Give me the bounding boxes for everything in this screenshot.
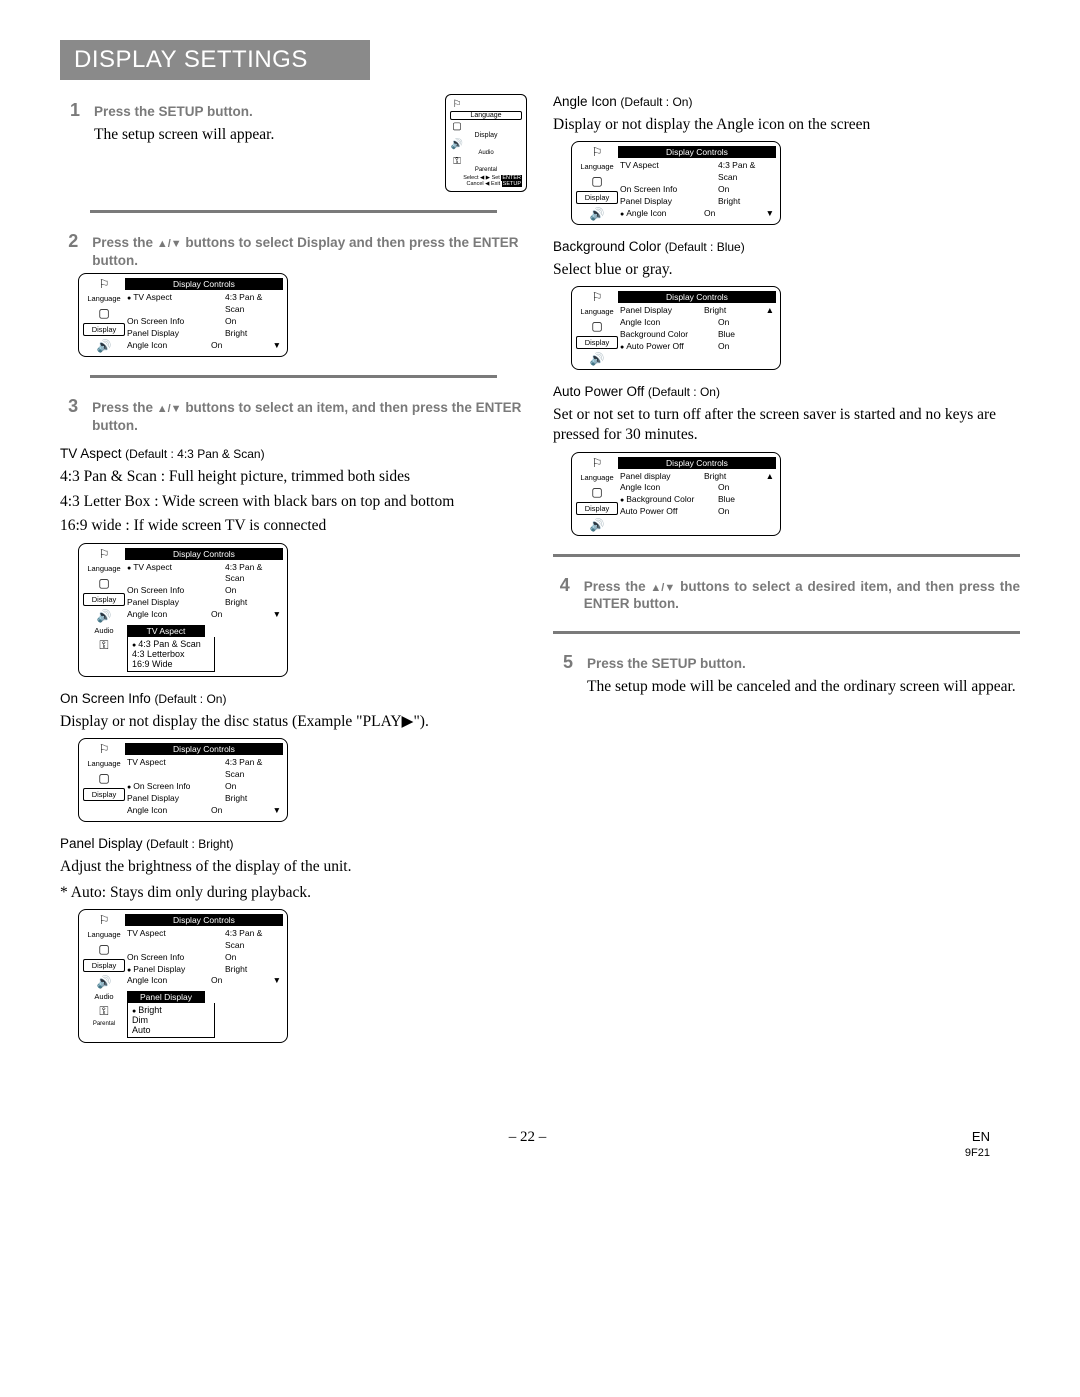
step-5-body: The setup mode will be canceled and the … bbox=[587, 677, 1020, 697]
osd-tv-aspect: ⚐ Language ▢ Display 🔊 Audio ⚿ Display C… bbox=[78, 543, 288, 677]
right-column: Angle Icon (Default : On) Display or not… bbox=[553, 94, 1020, 1049]
header-bar: DISPLAY SETTINGS bbox=[60, 40, 370, 80]
step-1-text: Press the SETUP button. bbox=[94, 103, 253, 121]
tv-aspect-line1: 4:3 Pan & Scan : Full height picture, tr… bbox=[60, 467, 527, 487]
osd-angle-icon: ⚐ Language ▢ Display 🔊 Display Controls … bbox=[571, 141, 781, 225]
panel-label: Panel Display bbox=[60, 836, 143, 851]
step-1-num: 1 bbox=[60, 100, 80, 121]
step-1: 1 Press the SETUP button. bbox=[60, 100, 431, 121]
step-5: 5 Press the SETUP button. bbox=[553, 652, 1020, 673]
page-number: – 22 – bbox=[509, 1129, 547, 1159]
step-2-text: Press the ▲/▼ buttons to select Display … bbox=[92, 234, 527, 269]
left-column: 1 Press the SETUP button. The setup scre… bbox=[60, 94, 527, 1049]
panel-default: (Default : Bright) bbox=[146, 837, 233, 851]
step-4: 4 Press the ▲/▼ buttons to select a desi… bbox=[553, 575, 1020, 613]
step-2: 2 Press the ▲/▼ buttons to select Displa… bbox=[60, 231, 527, 269]
step-1-body: The setup screen will appear. bbox=[94, 125, 431, 145]
divider-2 bbox=[90, 375, 497, 378]
step-4-num: 4 bbox=[553, 575, 570, 596]
angle-default: (Default : On) bbox=[620, 95, 692, 109]
osd-auto-power-off: ⚐ Language ▢ Display 🔊 Display Controls … bbox=[571, 452, 781, 536]
divider-4 bbox=[553, 631, 1020, 634]
divider-3 bbox=[553, 554, 1020, 557]
step-5-text: Press the SETUP button. bbox=[587, 655, 746, 673]
auto-line1: Set or not set to turn off after the scr… bbox=[553, 405, 1020, 445]
step-2-num: 2 bbox=[60, 231, 78, 252]
angle-label: Angle Icon bbox=[553, 94, 617, 109]
step-4-text: Press the ▲/▼ buttons to select a desire… bbox=[584, 578, 1020, 613]
osd-background-color: ⚐ Language ▢ Display 🔊 Display Controls … bbox=[571, 286, 781, 370]
osd-setup-mini: ⚐ Language ▢ Display 🔊 Audio ⚿ Parental … bbox=[445, 94, 527, 192]
step-3-text: Press the ▲/▼ buttons to select an item,… bbox=[92, 399, 527, 434]
divider-1 bbox=[90, 210, 497, 213]
footer-code: 9F21 bbox=[965, 1147, 990, 1159]
up-down-arrows-icon: ▲/▼ bbox=[157, 237, 182, 251]
osd-onscreen-info: ⚐ Language ▢ Display Display Controls TV… bbox=[78, 738, 288, 821]
bg-label: Background Color bbox=[553, 239, 661, 254]
step-3: 3 Press the ▲/▼ buttons to select an ite… bbox=[60, 396, 527, 434]
bg-default: (Default : Blue) bbox=[665, 240, 745, 254]
onscreen-default: (Default : On) bbox=[154, 692, 226, 706]
panel-line1: Adjust the brightness of the display of … bbox=[60, 857, 527, 877]
up-down-arrows-icon: ▲/▼ bbox=[157, 402, 182, 416]
osd-panel-display: ⚐ Language ▢ Display 🔊 Audio ⚿ Parental … bbox=[78, 909, 288, 1043]
step-5-num: 5 bbox=[553, 652, 573, 673]
auto-label: Auto Power Off bbox=[553, 384, 644, 399]
onscreen-line1: Display or not display the disc status (… bbox=[60, 712, 527, 732]
tv-aspect-line2: 4:3 Letter Box : Wide screen with black … bbox=[60, 493, 527, 510]
tv-aspect-default: (Default : 4:3 Pan & Scan) bbox=[125, 447, 264, 461]
page-footer: – 22 – EN 9F21 bbox=[60, 1129, 1020, 1159]
auto-default: (Default : On) bbox=[648, 385, 720, 399]
step-3-num: 3 bbox=[60, 396, 78, 417]
panel-line2: * Auto: Stays dim only during playback. bbox=[60, 883, 527, 903]
footer-lang: EN bbox=[972, 1129, 990, 1144]
tv-aspect-line3: 16:9 wide : If wide screen TV is connect… bbox=[60, 516, 527, 536]
osd-display-controls: ⚐ Language ▢ Display 🔊 Display Controls … bbox=[78, 273, 288, 357]
bg-line1: Select blue or gray. bbox=[553, 260, 1020, 280]
onscreen-label: On Screen Info bbox=[60, 691, 151, 706]
main-columns: 1 Press the SETUP button. The setup scre… bbox=[60, 94, 1020, 1049]
tv-aspect-label: TV Aspect bbox=[60, 446, 122, 461]
angle-line1: Display or not display the Angle icon on… bbox=[553, 115, 1020, 135]
up-down-arrows-icon: ▲/▼ bbox=[650, 581, 675, 595]
